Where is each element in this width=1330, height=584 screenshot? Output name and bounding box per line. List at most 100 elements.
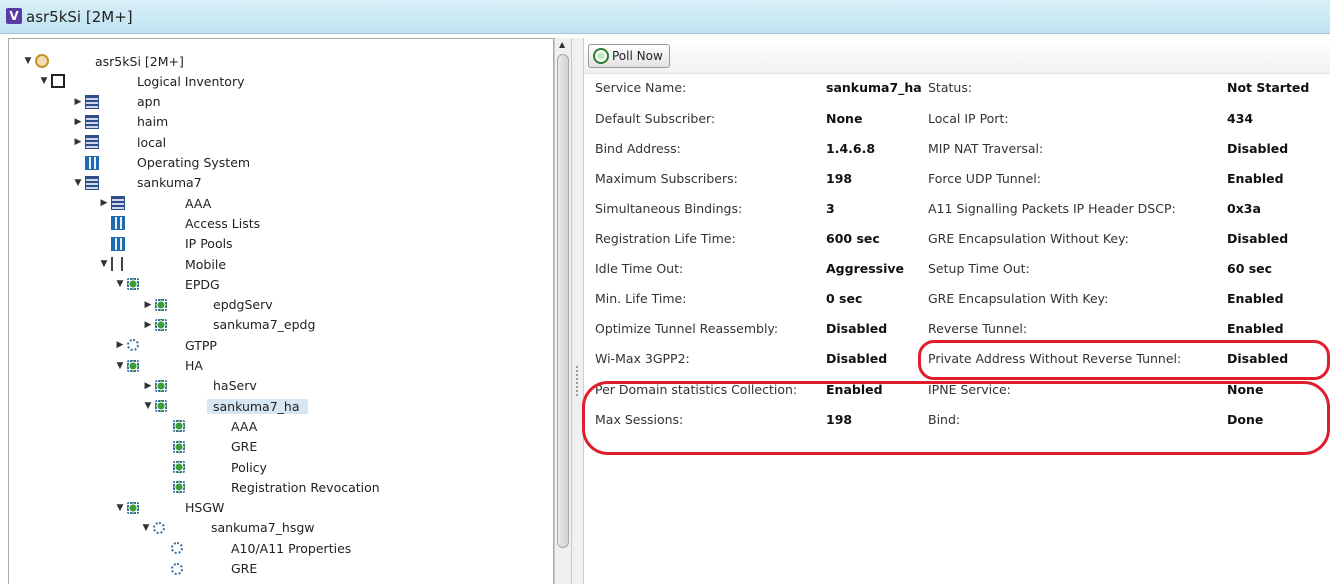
expand-arrow-icon[interactable]: ▶ [99,198,109,208]
tree-item[interactable]: GRE [161,437,257,457]
property-label: Idle Time Out: [595,261,684,276]
tree-item[interactable]: A10/A11 Properties [159,538,351,558]
splitter-grip[interactable] [576,366,578,396]
tree-item-label: A10/A11 Properties [231,540,352,556]
property-value: 3 [826,201,835,216]
tree-item[interactable]: ▼ Logical Inventory [39,71,245,91]
tree-item-label: HSGW [185,500,225,516]
collapse-arrow-icon[interactable]: ▼ [115,503,125,513]
property-label: Setup Time Out: [928,261,1030,276]
property-value: Enabled [826,382,883,397]
tree-item[interactable]: Access Lists [99,213,260,233]
tree-item-label: Registration Revocation [231,479,380,495]
tree-item[interactable]: ▼ sankuma7 [73,173,202,193]
property-value: Aggressive [826,261,905,276]
panel-splitter[interactable] [572,38,584,584]
tree-item[interactable]: Policy [161,457,267,477]
tree-item-label: sankuma7_hsgw [211,520,315,536]
property-value: 434 [1227,111,1254,126]
property-label: Reverse Tunnel: [928,321,1028,336]
collapse-arrow-icon[interactable]: ▼ [39,76,49,86]
property-label: Registration Life Time: [595,231,736,246]
property-value: None [1227,382,1264,397]
tree-item[interactable]: ▼ asr5kSi [2M+] [23,51,184,71]
property-label: Max Sessions: [595,412,684,427]
tree-item[interactable]: ▼ sankuma7_hsgw [141,518,315,538]
property-value: Enabled [1227,321,1284,336]
tree-item-label: IP Pools [185,236,233,252]
tree-item[interactable]: ▼ EPDG [115,274,220,294]
tree-item[interactable]: Operating System [73,153,250,173]
property-value: Disabled [1227,351,1289,366]
tree-item[interactable]: ▶ epdgServ [143,295,273,315]
collapse-arrow-icon[interactable]: ▼ [115,279,125,289]
tree-item-label: asr5kSi [2M+] [95,53,184,69]
list-icon [111,216,125,231]
tree-scrollbar[interactable]: ▲ [554,38,572,584]
tree-item[interactable]: ▶ haim [73,112,169,132]
tree-item[interactable]: ▼ HSGW [115,498,225,518]
collapse-arrow-icon[interactable]: ▼ [99,259,109,269]
tree-item-label: GRE [231,439,258,455]
service-icon [127,278,139,291]
expand-arrow-icon[interactable]: ▶ [73,117,83,127]
context-icon [85,94,99,109]
expand-arrow-icon[interactable]: ▶ [143,381,153,391]
scroll-thumb[interactable] [557,54,569,548]
properties-toolbar: Poll Now [584,38,1330,74]
property-label: Private Address Without Reverse Tunnel: [928,351,1182,366]
expand-arrow-icon[interactable]: ▶ [73,97,83,107]
property-label: Wi-Max 3GPP2: [595,351,690,366]
inventory-doc-icon [51,74,65,89]
collapse-arrow-icon[interactable]: ▼ [73,178,83,188]
tree-item-label: epdgServ [213,297,273,313]
tree-item-label: AAA [231,418,258,434]
expand-arrow-icon[interactable]: ▶ [73,137,83,147]
service-icon [127,501,139,514]
property-value: Enabled [1227,171,1284,186]
property-label: A11 Signalling Packets IP Header DSCP: [928,201,1176,216]
service-icon [173,461,185,473]
property-value: 60 sec [1227,261,1273,276]
poll-now-button[interactable]: Poll Now [588,44,670,68]
gear-icon [171,542,183,555]
tree-item[interactable]: ▼ sankuma7_ha [143,396,308,416]
tree-item-label: GTPP [185,337,217,353]
tree-item-label: HA [185,358,203,373]
collapse-arrow-icon[interactable]: ▼ [23,56,33,66]
app-logo-icon: V [6,8,22,24]
tree-item-label: haServ [213,378,257,394]
expand-arrow-icon[interactable]: ▶ [115,340,125,350]
expand-arrow-icon[interactable]: ▶ [143,300,153,310]
property-label: Simultaneous Bindings: [595,201,743,216]
tree-item[interactable]: ▶ sankuma7_epdg [143,315,316,335]
tree-item[interactable]: ▶ GTPP [115,335,217,355]
property-label: Per Domain statistics Collection: [595,382,798,397]
tree-item[interactable]: ▼ Mobile [99,254,226,274]
tree-item[interactable]: ▶ local [73,132,167,152]
property-label: Force UDP Tunnel: [928,171,1041,186]
property-value: None [826,111,863,126]
tree-item[interactable]: ▶ apn [73,92,161,112]
tree-item[interactable]: Registration Revocation [161,477,380,497]
collapse-arrow-icon[interactable]: ▼ [143,401,153,411]
tree-item[interactable]: GRE [159,559,257,579]
inventory-tree[interactable]: ▼ asr5kSi [2M+] ▼ Logical Inventory ▶ apn ▶ hai… [8,38,554,584]
property-value: sankuma7_ha [826,80,922,95]
property-label: GRE Encapsulation Without Key: [928,231,1129,246]
service-icon [173,420,185,433]
expand-arrow-icon[interactable]: ▶ [143,320,153,330]
scroll-up-arrow-icon[interactable]: ▲ [559,40,565,49]
tree-item[interactable]: IP Pools [99,234,233,254]
tree-item[interactable]: ▶ haServ [143,376,257,396]
tree-item[interactable]: AAA [161,416,257,436]
tree-item[interactable]: ▶ AAA [99,193,212,213]
tree-item-label: Policy [231,459,267,475]
tree-item-label: Logical Inventory [137,73,245,89]
property-value: 0 sec [826,291,863,306]
collapse-arrow-icon[interactable]: ▼ [141,523,151,533]
tree-item[interactable]: ▼ HA [115,356,203,376]
gear-icon [171,562,183,575]
collapse-arrow-icon[interactable]: ▼ [115,361,125,371]
tree-item-label: Operating System [137,155,251,170]
